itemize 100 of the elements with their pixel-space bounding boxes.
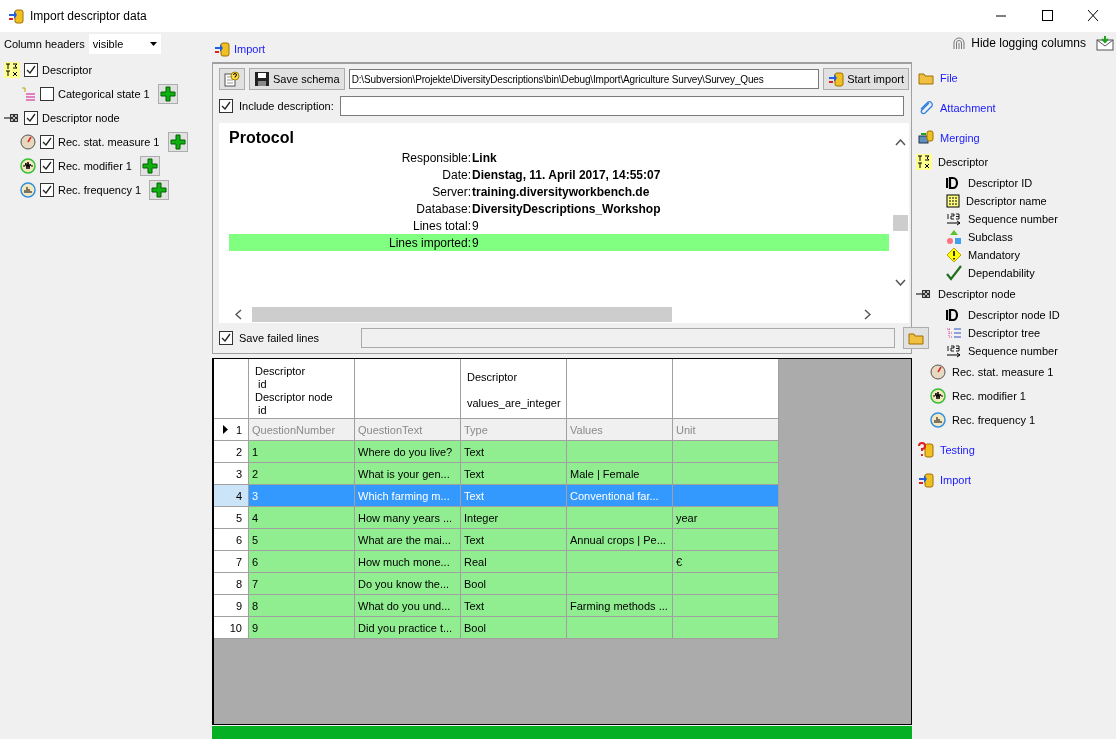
- checkbox[interactable]: [24, 111, 38, 125]
- table-cell: Bool: [461, 617, 567, 639]
- table-cell: €: [673, 551, 779, 573]
- protocol-value: 9: [471, 235, 479, 250]
- envelope-download-icon[interactable]: [1096, 35, 1114, 51]
- row-header[interactable]: 4: [214, 485, 249, 507]
- table-cell: Text: [461, 595, 567, 617]
- maximize-icon[interactable]: [1039, 10, 1055, 22]
- help-button[interactable]: [219, 68, 245, 90]
- table-cell: What do you und...: [355, 595, 461, 617]
- tree-item-label[interactable]: Descriptor node: [42, 112, 120, 124]
- checkbox[interactable]: [40, 183, 54, 197]
- row-header[interactable]: 8: [214, 573, 249, 595]
- tree-item-label[interactable]: Rec. stat. measure 1: [58, 136, 160, 148]
- table-cell: 2: [249, 463, 355, 485]
- row-header[interactable]: 5: [214, 507, 249, 529]
- row-number: 4: [235, 489, 242, 502]
- protocol-label: Responsible:: [400, 150, 471, 165]
- row-header[interactable]: 3: [214, 463, 249, 485]
- waveform-icon: [20, 158, 36, 174]
- row-header[interactable]: 10: [214, 617, 249, 639]
- protocol-label: Date:: [441, 167, 471, 182]
- database-arrow-icon: [214, 41, 230, 57]
- schema-path-field[interactable]: D:\Subversion\Projekte\DiversityDescriptions\bin\Debug\Import\Agriculture Survey\Survey_Ques: [348, 69, 820, 89]
- table-cell: 3: [249, 485, 355, 507]
- tree-item-label[interactable]: Rec. modifier 1: [58, 160, 132, 172]
- question-database-icon: [918, 442, 934, 458]
- row-header[interactable]: 6: [214, 529, 249, 551]
- table-cell: Bool: [461, 573, 567, 595]
- scrollbar-thumb[interactable]: [893, 215, 908, 231]
- link[interactable]: Import: [940, 474, 972, 486]
- table-cell: Real: [461, 551, 567, 573]
- checkmark-icon: [26, 113, 36, 123]
- table-cell: How much mone...: [355, 551, 461, 573]
- description-field[interactable]: [339, 96, 904, 116]
- tree-item-label[interactable]: Rec. frequency 1: [58, 184, 142, 196]
- add-button[interactable]: [140, 156, 160, 176]
- item-label: Rec. modifier 1: [952, 390, 1026, 402]
- item-label: Mandatory: [968, 249, 1020, 261]
- close-icon[interactable]: [1085, 10, 1101, 22]
- start-import-button[interactable]: Start import: [823, 68, 909, 90]
- scroll-right-icon[interactable]: [864, 309, 871, 320]
- save-failed-lines-label: Save failed lines: [239, 332, 320, 344]
- tree-item-label[interactable]: Categorical state 1: [58, 88, 150, 100]
- save-schema-button[interactable]: Save schema: [249, 68, 345, 90]
- import-link[interactable]: Import: [234, 43, 266, 55]
- add-button[interactable]: [167, 132, 188, 152]
- row-header[interactable]: 1: [214, 419, 249, 441]
- help-page-icon: [224, 71, 240, 87]
- table-cell: Which farming m...: [355, 485, 461, 507]
- computer-database-icon: [918, 130, 934, 146]
- shapes-icon: [946, 229, 962, 245]
- row-header[interactable]: 9: [214, 595, 249, 617]
- checkmark-icon: [42, 137, 52, 147]
- table-cell: 9: [249, 617, 355, 639]
- add-button[interactable]: [149, 180, 170, 200]
- scroll-up-icon[interactable]: [895, 139, 906, 146]
- row-number: 10: [229, 621, 242, 634]
- column-headers-dropdown[interactable]: visible: [88, 34, 161, 54]
- protocol-label: Lines imported:: [387, 235, 471, 250]
- row-number: 8: [235, 577, 242, 590]
- table-cell: 5: [249, 529, 355, 551]
- include-description-checkbox[interactable]: [219, 99, 233, 113]
- link[interactable]: Testing: [940, 444, 975, 456]
- plus-icon: [151, 182, 168, 198]
- plus-icon: [159, 86, 176, 102]
- row-header[interactable]: 2: [214, 441, 249, 463]
- scroll-down-icon[interactable]: [895, 279, 906, 286]
- fingerprint-icon: [951, 35, 968, 51]
- item-label: Descriptor node ID: [968, 309, 1060, 321]
- item-label: Descriptor tree: [968, 327, 1041, 339]
- link[interactable]: File: [940, 72, 958, 84]
- failed-lines-path-field[interactable]: [361, 328, 896, 348]
- link[interactable]: Attachment: [940, 102, 996, 114]
- gauge-icon: [930, 364, 946, 380]
- table-cell: What are the mai...: [355, 529, 461, 551]
- add-button[interactable]: [157, 84, 178, 104]
- gauge-icon: [20, 134, 36, 150]
- database-arrow-icon: [828, 71, 845, 87]
- link[interactable]: Merging: [940, 132, 980, 144]
- checkbox[interactable]: [24, 63, 38, 77]
- checkbox[interactable]: [40, 159, 54, 173]
- item-label: Sequence number: [968, 345, 1058, 357]
- numbered-arrow-icon: [946, 344, 962, 358]
- checkbox[interactable]: [40, 87, 54, 101]
- checkmark-icon: [221, 101, 231, 111]
- tree-item-label[interactable]: Descriptor: [42, 64, 93, 76]
- table-cell: Did you practice t...: [355, 617, 461, 639]
- table-cell: Text: [461, 485, 567, 507]
- numbered-arrow-icon: [946, 212, 962, 226]
- table-cell: Where do you live?: [355, 441, 461, 463]
- protocol-label: Server:: [431, 184, 471, 199]
- scrollbar-thumb[interactable]: [252, 307, 672, 322]
- save-failed-lines-checkbox[interactable]: [219, 331, 233, 345]
- row-header[interactable]: 7: [214, 551, 249, 573]
- scroll-left-icon[interactable]: [235, 309, 242, 320]
- checkbox[interactable]: [40, 135, 54, 149]
- folder-icon: [918, 70, 934, 86]
- column-headers-label: Column headers: [4, 38, 85, 50]
- hide-logging-columns-button[interactable]: Hide logging columns: [951, 35, 1086, 51]
